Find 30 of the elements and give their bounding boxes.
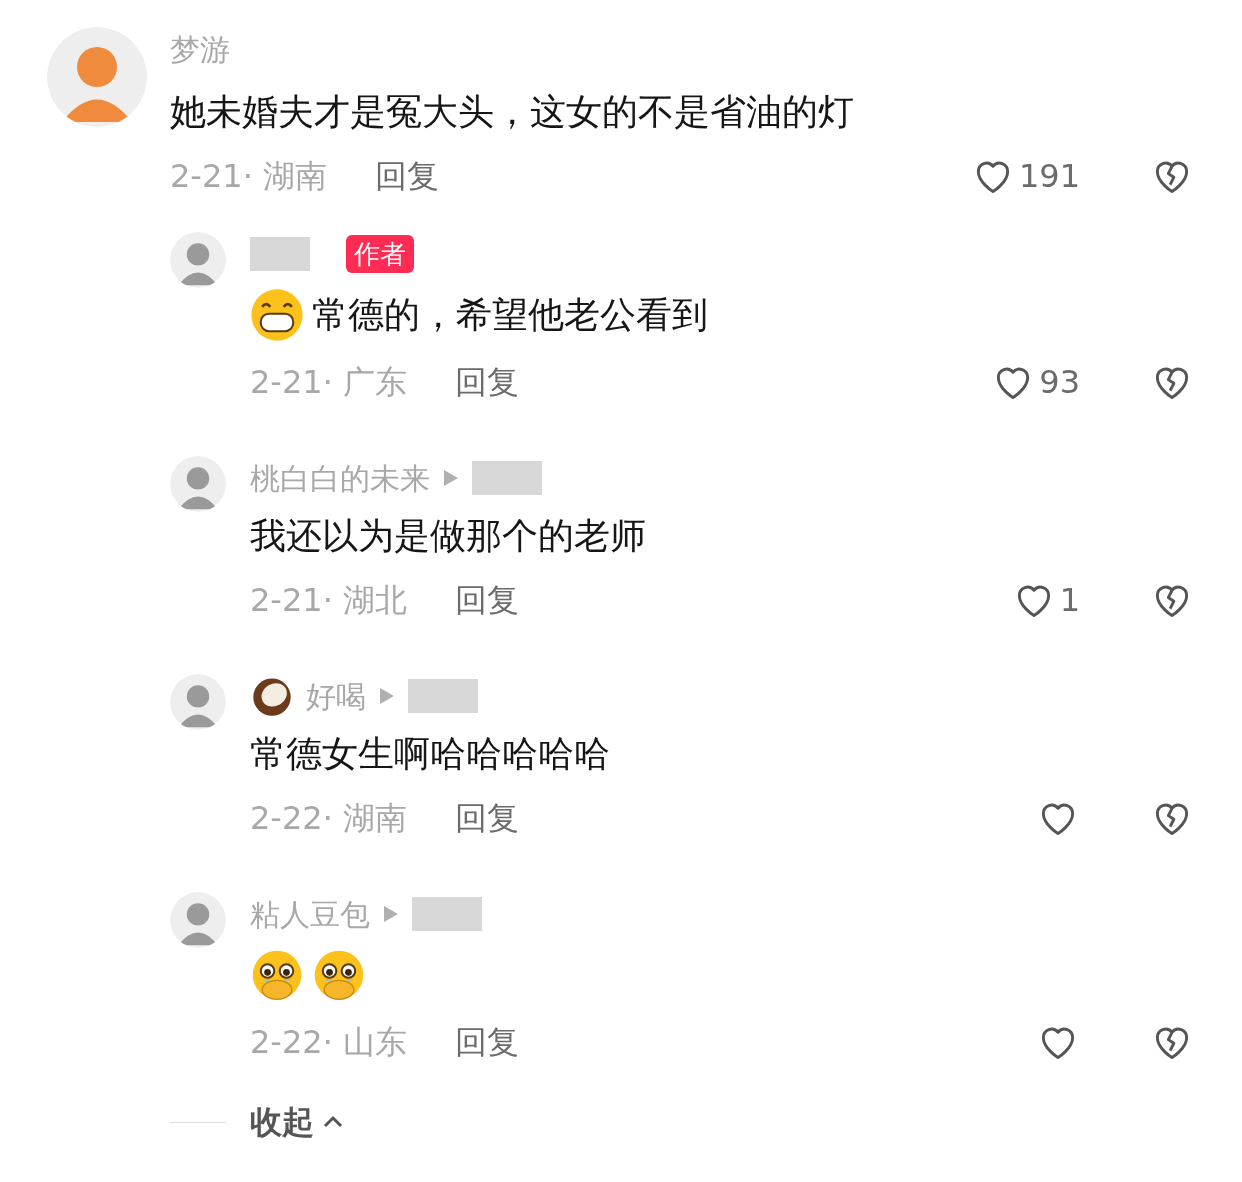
like-count: 191 (1018, 156, 1080, 197)
like-count: 1 (1059, 580, 1080, 621)
crying-emoji-icon (312, 948, 366, 1002)
date-location: 2-22· 山东 (250, 1022, 407, 1063)
author-badge: 作者 (346, 235, 414, 273)
reply-link[interactable]: 回复 (454, 576, 519, 624)
reply-link[interactable]: 回复 (454, 1018, 519, 1066)
play-arrow-icon (442, 468, 460, 488)
crying-emoji-icon (250, 948, 304, 1002)
reply-link[interactable]: 回复 (374, 152, 439, 200)
date-location: 2-21· 广东 (250, 362, 407, 403)
comment-text: 她未婚夫才是冤大头，这女的不是省油的灯 (170, 90, 854, 134)
comment-text: 常德的，希望他老公看到 (312, 293, 708, 337)
avatar[interactable] (170, 232, 226, 288)
collapse-button[interactable]: 收起 (250, 1098, 344, 1146)
avatar[interactable] (170, 456, 226, 512)
play-arrow-icon (378, 686, 396, 706)
like-count: 93 (1039, 362, 1080, 403)
avatar[interactable] (170, 674, 226, 730)
play-arrow-icon (382, 904, 400, 924)
reply-link[interactable]: 回复 (454, 358, 519, 406)
date-location: 2-21· 湖北 (250, 580, 407, 621)
date-location: 2-21· 湖南 (170, 156, 327, 197)
comment-text: 常德女生啊哈哈哈哈哈 (250, 732, 610, 776)
avatar[interactable] (170, 892, 226, 948)
comment-text: 我还以为是做那个的老师 (250, 514, 646, 558)
chevron-up-icon (322, 1115, 344, 1129)
date-location: 2-22· 湖南 (250, 798, 407, 839)
grinning-emoji-icon (250, 288, 304, 342)
reply-link[interactable]: 回复 (454, 794, 519, 842)
